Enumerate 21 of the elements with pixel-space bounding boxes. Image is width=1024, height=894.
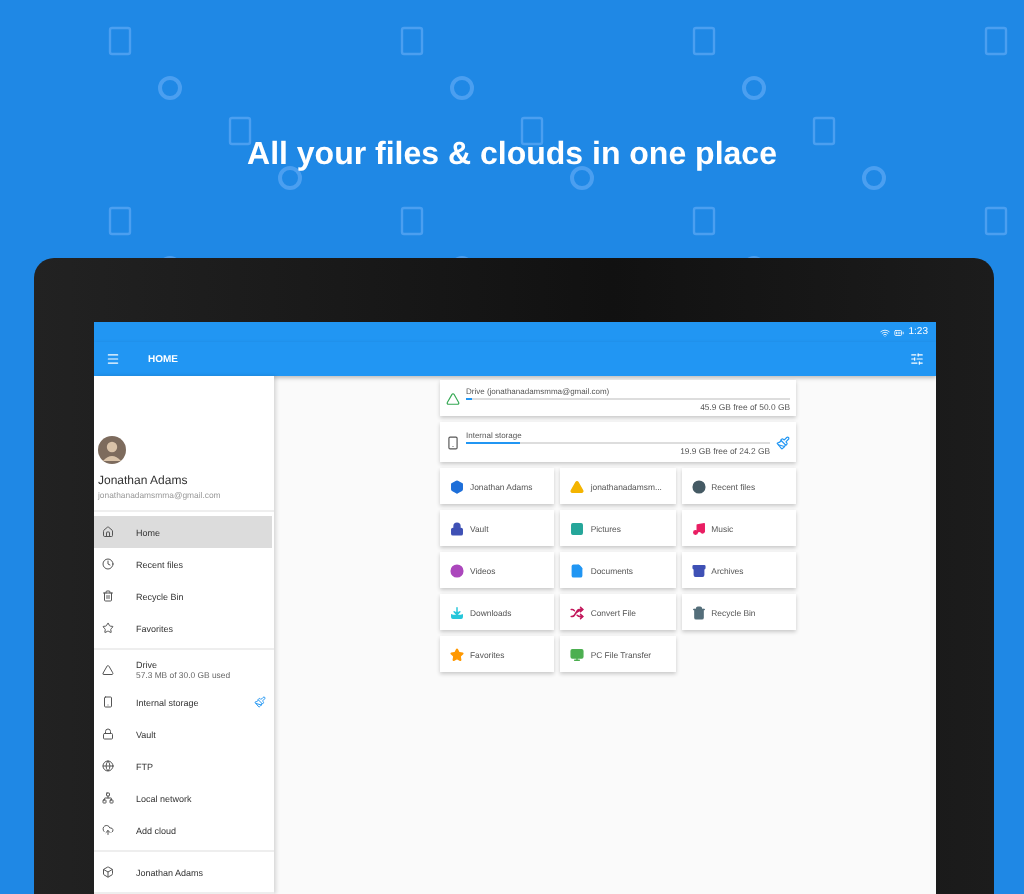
brush-icon[interactable]	[776, 435, 790, 449]
clock-icon	[102, 558, 114, 570]
brush-icon[interactable]	[254, 696, 266, 708]
lock-icon	[102, 728, 114, 740]
network-icon	[102, 792, 114, 804]
menu-icon[interactable]	[106, 352, 120, 366]
headline: All your files & clouds in one place	[247, 135, 777, 173]
globe-icon	[102, 760, 114, 772]
settings-icon[interactable]	[910, 352, 924, 366]
avatar-icon	[98, 436, 126, 464]
star-icon	[102, 622, 114, 634]
box-icon	[102, 866, 114, 878]
wifi-icon	[880, 327, 891, 337]
phone-icon	[446, 435, 460, 449]
home-icon	[102, 526, 114, 538]
triangle-icon	[446, 391, 460, 405]
trash-icon	[102, 590, 114, 602]
phone-icon	[102, 696, 114, 708]
cloud-upload-icon	[102, 824, 114, 836]
triangle-icon	[102, 664, 114, 676]
battery-icon	[894, 327, 905, 337]
